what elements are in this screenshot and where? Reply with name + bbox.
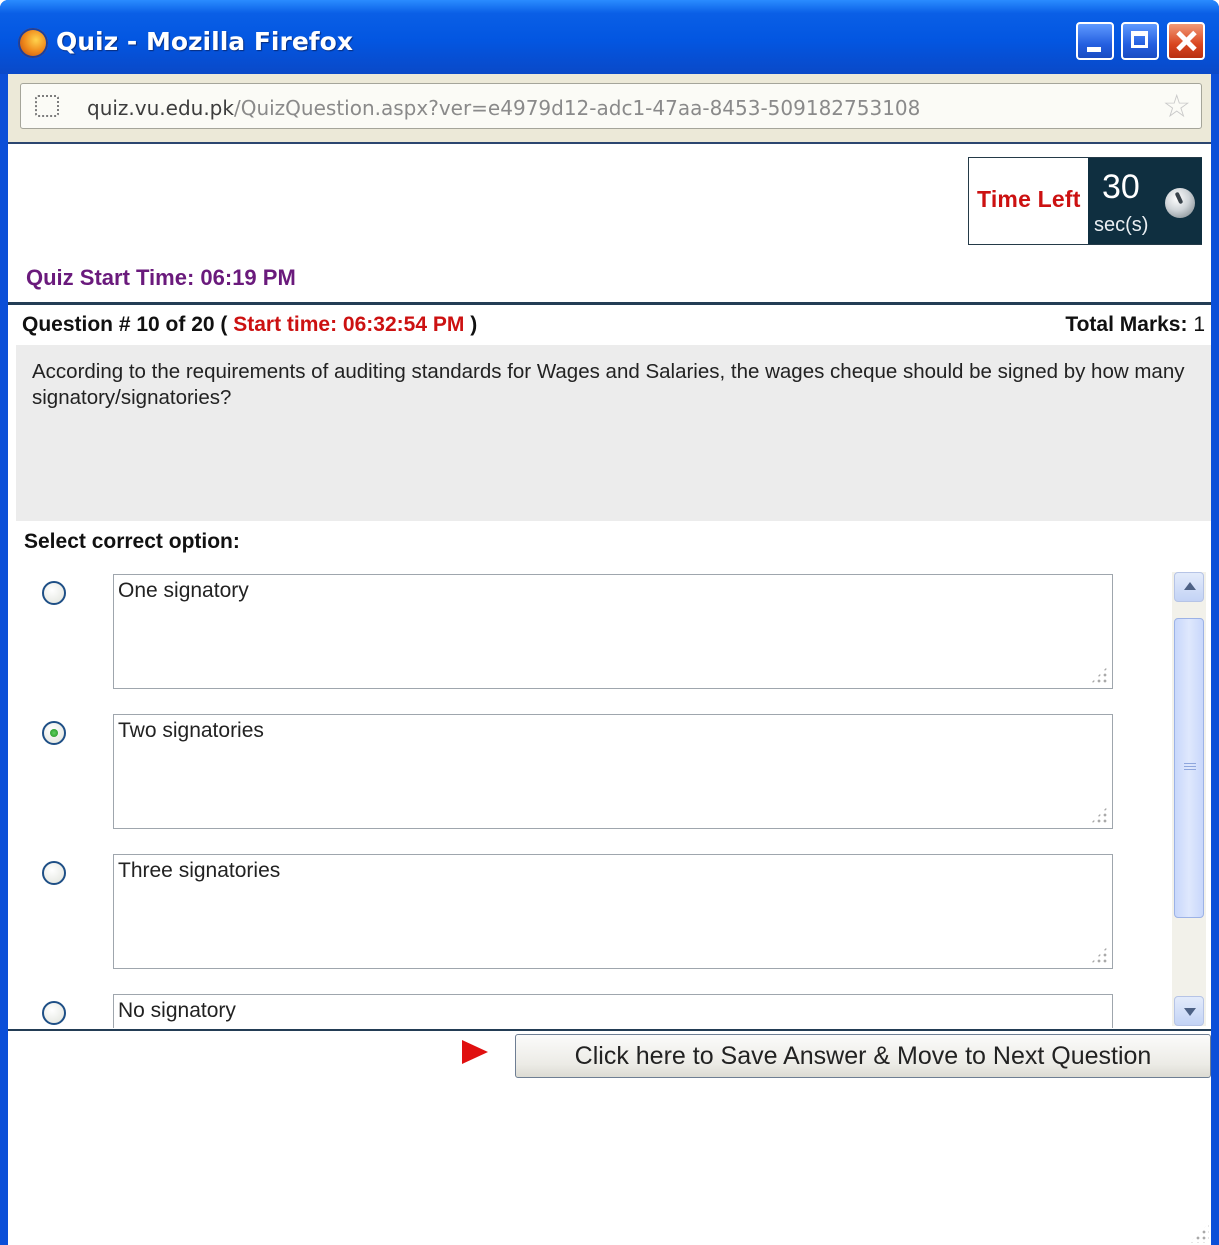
option-1-textbox[interactable]: One signatory	[113, 574, 1113, 689]
address-bar-area: quiz.vu.edu.pk/QuizQuestion.aspx?ver=e49…	[8, 74, 1211, 142]
scroll-thumb[interactable]	[1174, 618, 1204, 918]
select-option-label: Select correct option:	[24, 530, 240, 553]
quiz-start-time: Quiz Start Time: 06:19 PM	[26, 265, 296, 290]
divider	[8, 142, 1211, 144]
page-icon	[35, 95, 59, 117]
close-button[interactable]	[1167, 22, 1205, 60]
question-text: According to the requirements of auditin…	[32, 360, 1185, 409]
resize-grip-icon[interactable]	[1090, 946, 1108, 964]
timer-display: 30 sec(s)	[1088, 158, 1202, 244]
option-4: No signatory	[8, 994, 1168, 1028]
option-2-textbox[interactable]: Two signatories	[113, 714, 1113, 829]
close-paren: )	[470, 313, 478, 336]
firefox-icon	[18, 28, 48, 58]
url-host: quiz.vu.edu.pk	[87, 96, 234, 120]
question-start-time: Start time: 06:32:54 PM	[233, 313, 465, 336]
timer-label: Time Left	[977, 186, 1081, 212]
maximize-button[interactable]	[1121, 22, 1159, 60]
clock-icon	[1165, 188, 1195, 218]
option-2: Two signatories	[8, 714, 1168, 832]
scroll-down-button[interactable]	[1174, 996, 1204, 1026]
scroll-up-button[interactable]	[1174, 572, 1204, 602]
option-1-radio[interactable]	[42, 581, 66, 605]
address-bar[interactable]: quiz.vu.edu.pk/QuizQuestion.aspx?ver=e49…	[20, 83, 1202, 129]
option-4-text: No signatory	[118, 999, 236, 1022]
option-3-text: Three signatories	[118, 859, 281, 882]
minimize-button[interactable]	[1076, 22, 1114, 60]
browser-window: Quiz - Mozilla Firefox quiz.vu.edu.pk/Qu…	[0, 0, 1219, 1245]
option-3-radio[interactable]	[42, 861, 66, 885]
divider	[8, 1029, 1211, 1031]
red-arrow-icon	[462, 1040, 488, 1064]
open-paren: (	[220, 313, 228, 336]
total-marks-label: Total Marks:	[1065, 313, 1188, 336]
page-content: Time Left 30 sec(s) Quiz Start Time: 06:…	[8, 142, 1211, 1245]
url-text[interactable]: quiz.vu.edu.pk/QuizQuestion.aspx?ver=e49…	[87, 96, 920, 120]
total-marks: Total Marks: 1	[1065, 313, 1205, 337]
question-box: According to the requirements of auditin…	[16, 345, 1211, 521]
total-marks-value: 1	[1193, 313, 1205, 336]
save-next-button[interactable]: Click here to Save Answer & Move to Next…	[515, 1034, 1211, 1078]
resize-grip-icon[interactable]	[1090, 666, 1108, 684]
resize-grip-icon[interactable]	[1090, 806, 1108, 824]
title-bar[interactable]: Quiz - Mozilla Firefox	[0, 0, 1219, 74]
option-3-textbox[interactable]: Three signatories	[113, 854, 1113, 969]
window-title: Quiz - Mozilla Firefox	[56, 27, 353, 56]
option-1: One signatory	[8, 574, 1168, 692]
options-list: One signatory Two signatories Three sign…	[8, 562, 1211, 1028]
url-path: /QuizQuestion.aspx?ver=e4979d12-adc1-47a…	[233, 96, 921, 120]
divider	[8, 302, 1211, 305]
timer-unit: sec(s)	[1094, 214, 1149, 236]
option-1-text: One signatory	[118, 579, 249, 602]
question-number: Question # 10 of 20	[22, 313, 215, 336]
option-4-textbox[interactable]: No signatory	[113, 994, 1113, 1028]
option-3: Three signatories	[8, 854, 1168, 972]
option-2-radio[interactable]	[42, 721, 66, 745]
window-resize-grip-icon[interactable]	[1189, 1223, 1209, 1243]
timer-widget: Time Left 30 sec(s)	[968, 157, 1202, 245]
option-4-radio[interactable]	[42, 1001, 66, 1025]
timer-value: 30	[1102, 168, 1140, 206]
bookmark-star-icon[interactable]: ☆	[1162, 89, 1191, 123]
question-header: Question # 10 of 20 ( Start time: 06:32:…	[22, 313, 477, 337]
options-scrollbar[interactable]	[1172, 572, 1206, 1026]
option-2-text: Two signatories	[118, 719, 264, 742]
